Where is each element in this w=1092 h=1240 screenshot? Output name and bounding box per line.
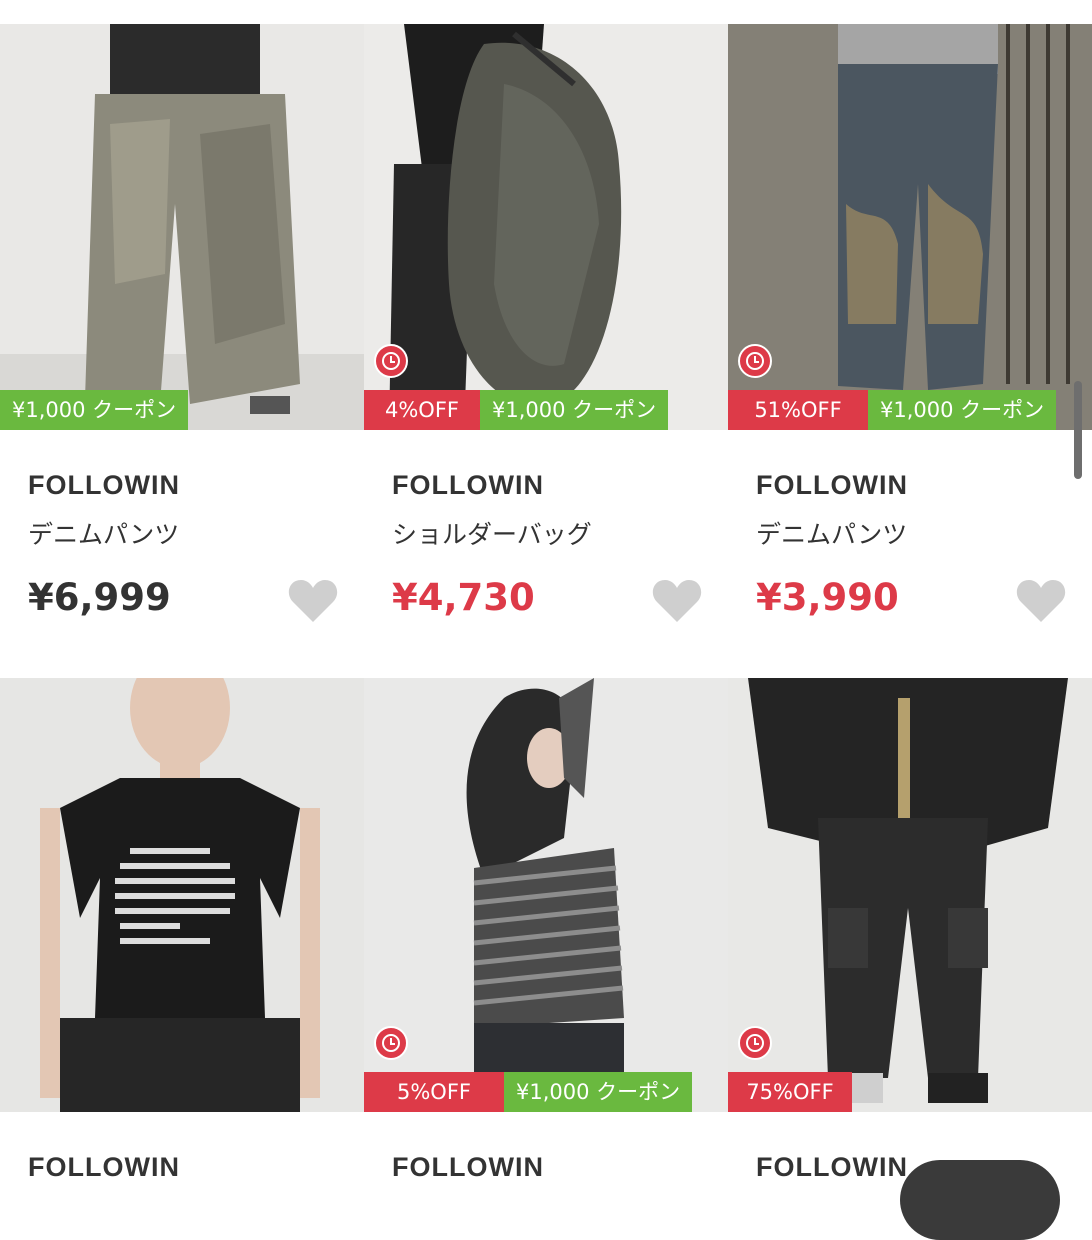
brand-label: FOLLOWIN xyxy=(28,1152,180,1182)
brand-label: FOLLOWIN xyxy=(392,1152,544,1182)
discount-badge: 5%OFF xyxy=(364,1072,504,1112)
promo-badges: 75%OFF xyxy=(728,1072,852,1112)
time-sale-clock-icon xyxy=(374,1026,408,1060)
product-image-striped-hoodie xyxy=(364,678,728,1112)
discount-badge: 75%OFF xyxy=(728,1072,852,1112)
product-image-black-tshirt xyxy=(0,678,364,1112)
brand-label: FOLLOWIN xyxy=(756,1152,908,1182)
product-photo[interactable] xyxy=(0,678,364,1112)
coupon-badge: ¥1,000 クーポン xyxy=(504,1072,693,1112)
promo-badges: 5%OFF ¥1,000 クーポン xyxy=(364,1072,693,1112)
product-card[interactable]: 5%OFF ¥1,000 クーポン FOLLOWIN xyxy=(364,0,728,1200)
time-sale-clock-icon xyxy=(738,1026,772,1060)
product-grid: ¥1,000 クーポン FOLLOWIN デニムパンツ ¥6,999 4%OFF… xyxy=(0,0,1092,1200)
product-photo[interactable]: 5%OFF ¥1,000 クーポン xyxy=(364,678,728,1112)
product-card[interactable]: FOLLOWIN xyxy=(0,0,364,1200)
floating-action-button[interactable] xyxy=(900,1160,1060,1240)
product-card[interactable]: 75%OFF FOLLOWIN xyxy=(728,0,1092,1200)
product-photo[interactable]: 75%OFF xyxy=(728,678,1092,1112)
scrollbar-thumb[interactable] xyxy=(1074,381,1082,479)
product-image-cargo-pants xyxy=(728,678,1092,1112)
